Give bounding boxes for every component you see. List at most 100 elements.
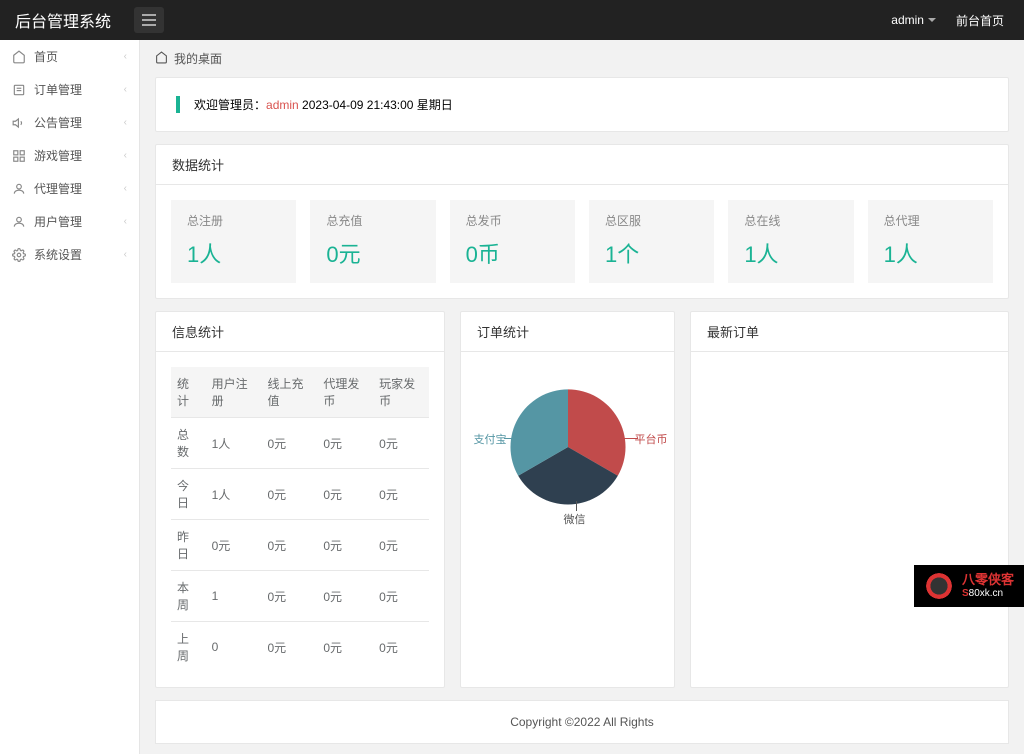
pie-chart: 支付宝 平台币 微信 <box>508 387 628 507</box>
table-cell: 0元 <box>317 520 373 571</box>
table-cell: 0元 <box>317 622 373 673</box>
sidebar-label: 游戏管理 <box>34 147 82 164</box>
order-stats-title: 订单统计 <box>461 312 674 352</box>
table-cell: 0元 <box>373 571 429 622</box>
stats-cards-row: 总注册 1人 总充值 0元 总发币 0币 总区服 1个 <box>171 200 993 283</box>
volume-icon <box>12 116 26 130</box>
latest-orders-panel: 最新订单 <box>690 311 1009 688</box>
stat-label: 总注册 <box>187 212 280 229</box>
top-navbar: 后台管理系统 admin 前台首页 <box>0 0 1024 40</box>
table-row: 今日1人0元0元0元 <box>171 469 429 520</box>
sidebar-label: 首页 <box>34 48 58 65</box>
table-cell: 1人 <box>206 469 262 520</box>
stat-card-recharge: 总充值 0元 <box>310 200 435 283</box>
info-stats-title: 信息统计 <box>156 312 444 352</box>
table-row: 上周00元0元0元 <box>171 622 429 673</box>
legend-connector <box>576 501 577 511</box>
table-cell: 昨日 <box>171 520 206 571</box>
table-cell: 总数 <box>171 418 206 469</box>
table-cell: 0元 <box>206 520 262 571</box>
table-row: 本周10元0元0元 <box>171 571 429 622</box>
table-row: 昨日0元0元0元0元 <box>171 520 429 571</box>
stat-value: 1人 <box>884 237 977 269</box>
user-icon <box>12 182 26 196</box>
table-cell: 0元 <box>373 622 429 673</box>
stat-value: 0币 <box>466 237 559 269</box>
table-cell: 0 <box>206 622 262 673</box>
stat-label: 总代理 <box>884 212 977 229</box>
table-cell: 0元 <box>261 418 317 469</box>
sidebar-item-users[interactable]: 用户管理 ‹ <box>0 205 139 238</box>
sidebar-item-home[interactable]: 首页 ‹ <box>0 40 139 73</box>
stat-label: 总在线 <box>744 212 837 229</box>
watermark: 八零侠客 S80xk.cn <box>914 565 1024 607</box>
table-cell: 1 <box>206 571 262 622</box>
table-header: 玩家发币 <box>373 367 429 418</box>
sidebar-item-games[interactable]: 游戏管理 ‹ <box>0 139 139 172</box>
watermark-subtitle: S80xk.cn <box>962 588 1014 600</box>
footer: Copyright ©2022 All Rights <box>155 700 1009 744</box>
sidebar-label: 公告管理 <box>34 114 82 131</box>
pie-legend-wechat: 微信 <box>564 511 586 527</box>
pie-legend-platform: 平台币 <box>635 431 668 447</box>
main-content: 我的桌面 欢迎管理员：admin 2023-04-09 21:43:00 星期日… <box>140 40 1024 754</box>
stat-label: 总发币 <box>466 212 559 229</box>
table-cell: 0元 <box>317 571 373 622</box>
hamburger-icon <box>142 14 156 26</box>
latest-orders-body <box>691 352 1008 382</box>
sidebar-label: 用户管理 <box>34 213 82 230</box>
sidebar-item-announcements[interactable]: 公告管理 ‹ <box>0 106 139 139</box>
welcome-admin: admin <box>266 98 299 112</box>
brand-title: 后台管理系统 <box>0 8 126 32</box>
stat-value: 1人 <box>744 237 837 269</box>
stat-card-coins: 总发币 0币 <box>450 200 575 283</box>
data-stats-panel: 数据统计 总注册 1人 总充值 0元 总发币 0币 <box>155 144 1009 299</box>
user-icon <box>12 215 26 229</box>
sidebar-label: 代理管理 <box>34 180 82 197</box>
data-stats-title: 数据统计 <box>156 145 1008 185</box>
sidebar-item-system[interactable]: 系统设置 ‹ <box>0 238 139 271</box>
table-cell: 0元 <box>261 469 317 520</box>
chevron-left-icon: ‹ <box>124 249 127 260</box>
welcome-prefix: 欢迎管理员： <box>194 98 266 112</box>
breadcrumb-title: 我的桌面 <box>174 50 222 67</box>
table-header: 代理发币 <box>317 367 373 418</box>
sidebar-label: 系统设置 <box>34 246 82 263</box>
table-cell: 上周 <box>171 622 206 673</box>
chevron-left-icon: ‹ <box>124 150 127 161</box>
sidebar-item-agents[interactable]: 代理管理 ‹ <box>0 172 139 205</box>
stat-label: 总区服 <box>605 212 698 229</box>
stat-card-register: 总注册 1人 <box>171 200 296 283</box>
user-name: admin <box>891 13 924 27</box>
stat-card-agents: 总代理 1人 <box>868 200 993 283</box>
welcome-datetime: 2023-04-09 21:43:00 星期日 <box>302 98 453 112</box>
table-header: 用户注册 <box>206 367 262 418</box>
stat-label: 总充值 <box>326 212 419 229</box>
table-cell: 0元 <box>317 469 373 520</box>
home-icon <box>12 50 26 64</box>
sidebar: 首页 ‹ 订单管理 ‹ 公告管理 ‹ <box>0 40 140 754</box>
frontend-link[interactable]: 前台首页 <box>956 12 1004 29</box>
pie-legend-alipay: 支付宝 <box>474 431 507 447</box>
chevron-left-icon: ‹ <box>124 84 127 95</box>
table-cell: 0元 <box>317 418 373 469</box>
chevron-left-icon: ‹ <box>124 51 127 62</box>
navbar-right: admin 前台首页 <box>891 12 1024 29</box>
info-stats-table: 统计 用户注册 线上充值 代理发币 玩家发币 总数1人0元0元0元今日1人0元0… <box>171 367 429 672</box>
table-cell: 本周 <box>171 571 206 622</box>
table-cell: 0元 <box>261 571 317 622</box>
table-cell: 今日 <box>171 469 206 520</box>
table-cell: 1人 <box>206 418 262 469</box>
stat-card-servers: 总区服 1个 <box>589 200 714 283</box>
chevron-left-icon: ‹ <box>124 216 127 227</box>
gear-icon <box>12 248 26 262</box>
breadcrumb: 我的桌面 <box>155 50 1009 67</box>
chevron-left-icon: ‹ <box>124 183 127 194</box>
table-cell: 0元 <box>261 520 317 571</box>
sidebar-item-orders[interactable]: 订单管理 ‹ <box>0 73 139 106</box>
watermark-logo-icon <box>924 571 954 601</box>
stat-value: 0元 <box>326 237 419 269</box>
user-dropdown[interactable]: admin <box>891 13 936 27</box>
table-header: 统计 <box>171 367 206 418</box>
menu-toggle-button[interactable] <box>134 7 164 33</box>
